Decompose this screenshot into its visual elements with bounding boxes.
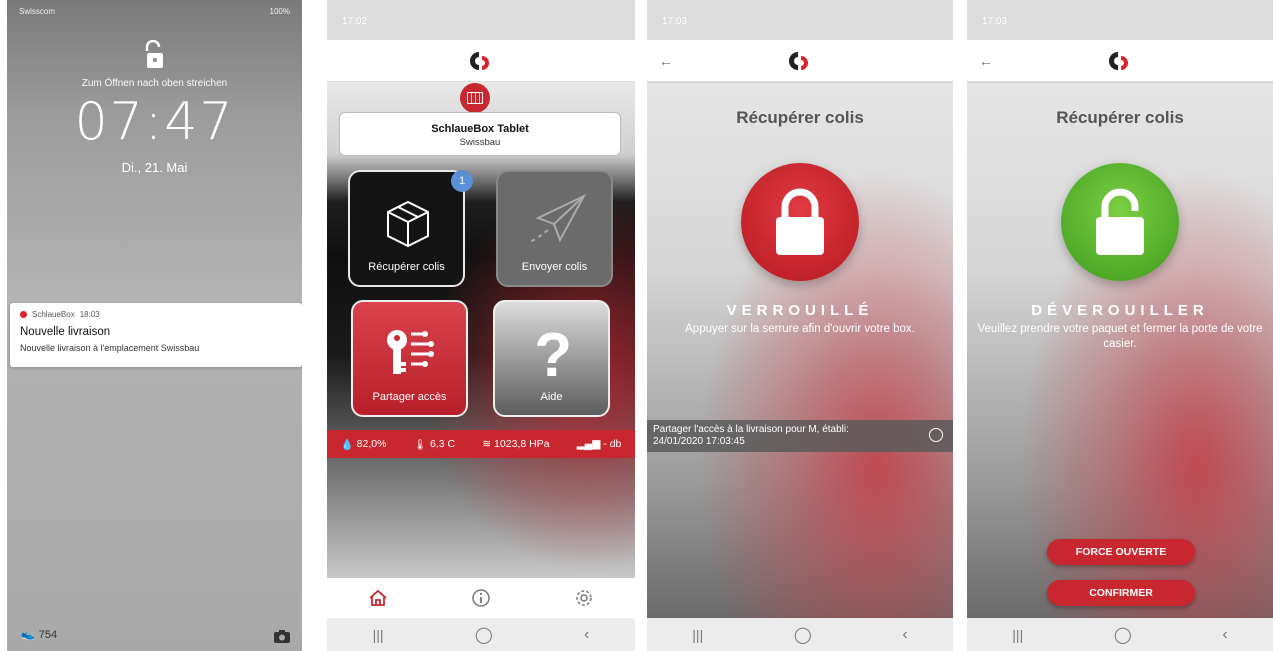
locked-screen: 17:03 ← Récupérer colis VERROUILLÉ Appuy… [647,0,953,651]
signal-reading: ▂▄▆ - db [577,438,622,450]
notification-title: Nouvelle livraison [20,326,111,338]
notification-body: Nouvelle livraison à l'emplacement Swiss… [20,343,200,353]
humidity-value: 82,0% [356,438,387,450]
system-nav-bar: ||| ◯ ‹ [327,618,635,651]
step-counter: 👟 754 [21,628,58,642]
home-circle-icon[interactable]: ◯ [794,625,812,645]
temperature-reading: 🌡 6,3 C [414,438,455,451]
back-arrow-icon[interactable]: ← [979,53,993,69]
step-count: 754 [38,628,58,641]
back-chevron-icon[interactable]: ‹ [1222,626,1227,644]
padlock-closed-icon [776,188,824,255]
clock: 07:47 [74,92,235,152]
app-bar: ← [647,40,953,82]
pending-count-badge: 1 [451,170,473,192]
shoe-icon: 👟 [21,629,35,641]
temperature-value: 6,3 C [429,438,456,450]
receive-parcel-label: Récupérer colis [368,261,445,273]
signal-value: - db [603,438,622,450]
unlock-instruction: Veuillez prendre votre paquet et fermer … [977,323,1263,350]
status-bar: 17:03 [967,0,1273,40]
system-nav-bar: ||| ◯ ‹ [647,618,953,651]
date-label: Di., 21. Mai [121,160,188,175]
camera-icon[interactable] [274,630,290,643]
key-network-icon [387,330,434,374]
force-open-button[interactable]: FORCE OUVERTE [1047,539,1195,565]
home-icon[interactable] [368,588,388,608]
page-title: Récupérer colis [1056,108,1184,127]
notification-header: SchlaueBox 18:03 [20,310,292,319]
gear-icon[interactable] [574,588,594,608]
sensor-bar: 💧 82,0% 🌡 6,3 C ≋ 1023,8 HPa ▂▄▆ - db [327,430,635,458]
unlocked-screen: 17:03 ← Récupérer colis DÉVEROUILLER Veu… [967,0,1273,651]
back-chevron-icon[interactable]: ‹ [902,626,907,644]
schlauebox-logo [1109,52,1128,70]
question-mark-icon: ? [534,324,572,384]
thermometer-icon: 🌡 [413,438,427,451]
package-icon [387,200,429,248]
app-bar: ← [967,40,1273,82]
pressure-icon: ≋ [482,438,492,450]
home-screen: 17:02 SchlaueBox Tablet Swissbau Récupér… [327,0,635,651]
schlauebox-logo [470,52,489,70]
notification-app: SchlaueBox [32,310,75,319]
signal-icon: ▂▄▆ [576,438,601,450]
receive-parcel-button[interactable]: Récupérer colis [348,170,465,287]
device-card[interactable]: SchlaueBox Tablet Swissbau [339,112,621,156]
locker-icon [460,83,490,113]
home-circle-icon[interactable]: ◯ [1114,625,1132,645]
share-icon[interactable] [929,428,943,442]
carrier-label: Swisscom [19,6,56,16]
status-bar: 17:03 [647,0,953,40]
notification-card[interactable]: SchlaueBox 18:03 Nouvelle livraison Nouv… [10,303,302,367]
help-label: Aide [540,391,563,403]
help-button[interactable]: ? Aide [493,300,610,417]
unlock-hint: Zum Öffnen nach oben streichen [81,78,228,89]
app-bar [327,40,635,82]
share-access-label: Partager accès [372,391,447,403]
share-info-text: Partager l'accès à la livraison pour M, … [653,424,849,435]
status-time: 17:03 [662,16,688,27]
send-parcel-button[interactable]: Envoyer colis [496,170,613,287]
share-info-banner[interactable]: Partager l'accès à la livraison pour M, … [647,420,953,452]
info-icon[interactable] [471,588,491,608]
unlock-icon[interactable] [143,40,167,70]
device-location: Swissbau [459,137,501,148]
send-parcel-label: Envoyer colis [521,261,588,273]
status-bar: 17:02 [327,0,635,40]
droplet-icon: 💧 [340,438,354,451]
status-bar: Swisscom 100% [7,0,302,22]
lock-button[interactable] [741,163,859,281]
system-nav-bar: ||| ◯ ‹ [967,618,1273,651]
paper-plane-icon [529,194,587,243]
app-icon [20,311,27,318]
confirm-button[interactable]: CONFIRMER [1047,580,1195,606]
home-circle-icon[interactable]: ◯ [475,625,493,645]
lock-instruction: Appuyer sur la serrure afin d'ouvrir vot… [685,323,915,335]
schlauebox-logo [789,52,808,70]
notification-time: 18:03 [79,310,100,319]
padlock-open-icon [1096,188,1144,255]
page-title: Récupérer colis [736,108,864,127]
pressure-reading: ≋ 1023,8 HPa [482,438,549,450]
status-time: 17:02 [342,16,368,27]
device-name: SchlaueBox Tablet [431,123,529,135]
status-time: 17:03 [982,16,1008,27]
unlock-button[interactable] [1061,163,1179,281]
battery-level: 100% [269,6,290,16]
back-arrow-icon[interactable]: ← [659,53,673,69]
lock-state-label: DÉVEROUILLER [1031,302,1209,319]
lock-state-label: VERROUILLÉ [726,302,874,319]
humidity-reading: 💧 82,0% [341,438,387,451]
svg-text:?: ? [534,324,572,384]
tab-bar [327,578,635,618]
recent-apps-icon[interactable]: ||| [1012,627,1023,643]
share-info-date: 24/01/2020 17:03:45 [653,436,745,447]
recent-apps-icon[interactable]: ||| [373,627,384,643]
pressure-value: 1023,8 HPa [494,438,550,450]
back-chevron-icon[interactable]: ‹ [584,626,589,644]
lock-screen: Swisscom 100% Zum Öffnen nach oben strei… [7,0,302,651]
share-access-button[interactable]: Partager accès [351,300,468,417]
recent-apps-icon[interactable]: ||| [692,627,703,643]
